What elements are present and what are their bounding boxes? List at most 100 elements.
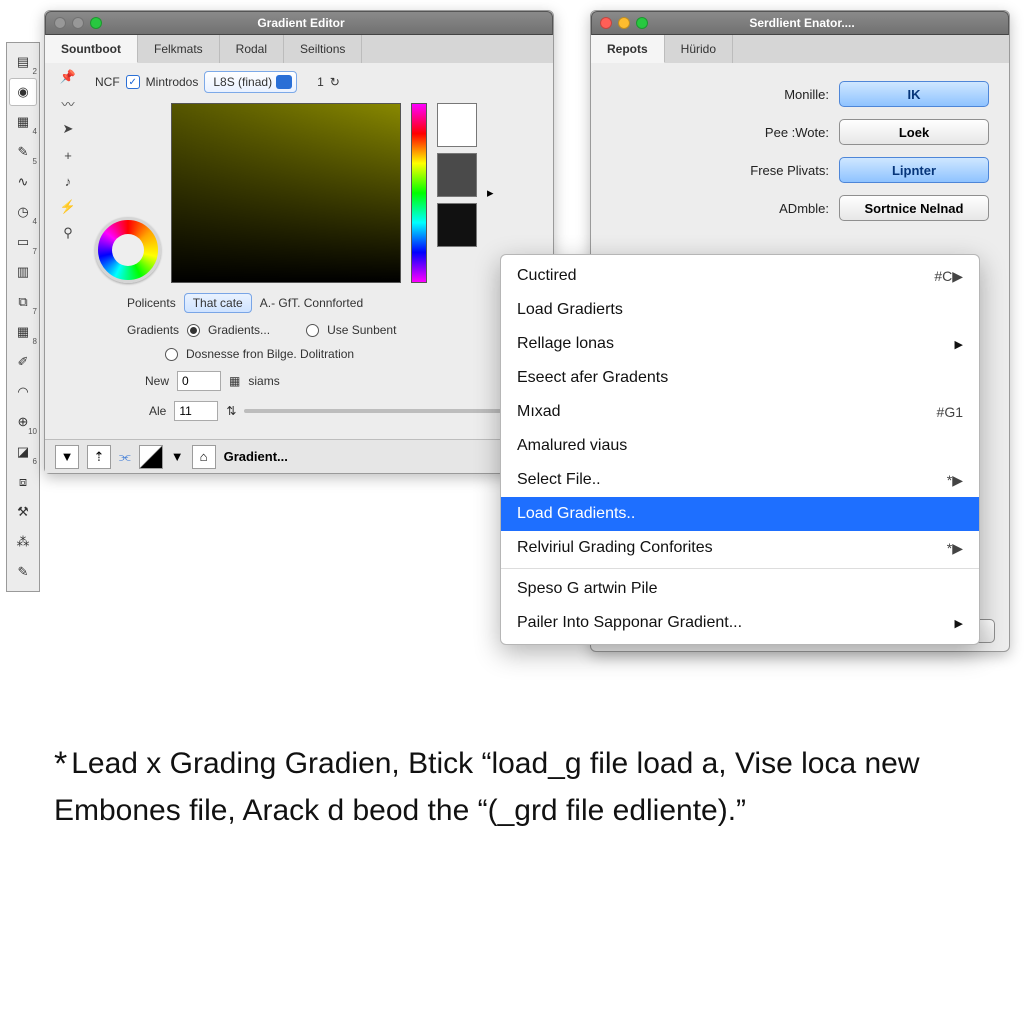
window-title: Serdlient Enator.... bbox=[648, 16, 956, 30]
tab-seiltions[interactable]: Seiltions bbox=[284, 35, 362, 63]
caption-text: *Lead x Grading Gradien, Btick “load_g f… bbox=[54, 740, 984, 833]
table-icon[interactable]: ▦8 bbox=[9, 318, 37, 346]
form-label: Frese Plivats: bbox=[750, 163, 829, 178]
swatch-white[interactable] bbox=[437, 103, 477, 147]
tab-rodal[interactable]: Rodal bbox=[220, 35, 284, 63]
copy-icon[interactable]: ⧉7 bbox=[9, 288, 37, 316]
new-label: New bbox=[145, 374, 169, 388]
dropdown-icon[interactable]: ▼ bbox=[55, 445, 79, 469]
curve-icon[interactable]: ∿ bbox=[9, 168, 37, 196]
pen-icon[interactable]: ✎5 bbox=[9, 138, 37, 166]
titlebar[interactable]: Gradient Editor bbox=[45, 11, 553, 35]
menu-item-select-file-[interactable]: Select File..*▶ bbox=[501, 463, 979, 497]
close-icon[interactable] bbox=[600, 17, 612, 29]
menu-item-pailer-into-sapponar-gradient-[interactable]: Pailer Into Sapponar Gradient... bbox=[501, 606, 979, 640]
globe-icon[interactable]: ◉ bbox=[9, 78, 37, 106]
minimize-icon[interactable] bbox=[618, 17, 630, 29]
new-field[interactable] bbox=[177, 371, 221, 391]
siams-icon: ▦ bbox=[229, 374, 240, 388]
form-label: Monille: bbox=[784, 87, 829, 102]
shape-icon[interactable]: ◪6 bbox=[9, 438, 37, 466]
panel-icon[interactable]: ▭7 bbox=[9, 228, 37, 256]
bolt-icon[interactable]: ⚡ bbox=[55, 199, 81, 215]
plus-icon[interactable]: + bbox=[55, 147, 81, 163]
hue-slider[interactable] bbox=[411, 103, 427, 283]
gradients-radio[interactable] bbox=[187, 324, 200, 337]
ale-label: Ale bbox=[149, 404, 166, 418]
swatch-column bbox=[437, 103, 477, 283]
clock-icon[interactable]: ◷4 bbox=[9, 198, 37, 226]
link-icon[interactable]: ⚲ bbox=[55, 225, 81, 241]
tab-repots[interactable]: Repots bbox=[591, 35, 665, 63]
gradients-label: Gradients bbox=[127, 323, 179, 337]
footer-label[interactable]: Gradient... bbox=[224, 449, 288, 464]
sunbent-option: Use Sunbent bbox=[327, 323, 396, 337]
menu-item-rellage-lonas[interactable]: Rellage lonas bbox=[501, 327, 979, 361]
doc-icon[interactable]: ▤2 bbox=[9, 48, 37, 76]
policents-label: Policents bbox=[127, 296, 176, 310]
lipnter-button[interactable]: Lipnter bbox=[839, 157, 989, 183]
arc-icon[interactable]: ◠ bbox=[9, 378, 37, 406]
tab-felkmats[interactable]: Felkmats bbox=[138, 35, 220, 63]
menu-item-speso-g-artwin-pile[interactable]: Speso G artwin Pile bbox=[501, 572, 979, 606]
ik-button[interactable]: IK bbox=[839, 81, 989, 107]
minimize-icon[interactable] bbox=[72, 17, 84, 29]
gradients-option: Gradients... bbox=[208, 323, 270, 337]
ale-field[interactable] bbox=[174, 401, 218, 421]
zoom-icon[interactable] bbox=[90, 17, 102, 29]
tab-sountboot[interactable]: Sountboot bbox=[45, 35, 138, 63]
refresh-icon[interactable]: ↻ bbox=[330, 75, 340, 89]
menu-item-relviriul-grading-conforites[interactable]: Relviriul Grading Conforites*▶ bbox=[501, 531, 979, 565]
window-title: Gradient Editor bbox=[102, 16, 500, 30]
color-wheel-icon[interactable] bbox=[95, 217, 161, 283]
sphere-icon[interactable]: ⊕10 bbox=[9, 408, 37, 436]
export-icon[interactable]: ⇡ bbox=[87, 445, 111, 469]
tabs: RepotsHürido bbox=[591, 35, 1009, 63]
wave-icon[interactable]: 〰 bbox=[55, 95, 81, 111]
ale-slider[interactable] bbox=[244, 409, 543, 413]
loek-button[interactable]: Loek bbox=[839, 119, 989, 145]
menu-item-load-gradierts[interactable]: Load Gradierts bbox=[501, 293, 979, 327]
titlebar[interactable]: Serdlient Enator.... bbox=[591, 11, 1009, 35]
thatcate-button[interactable]: That cate bbox=[184, 293, 252, 313]
eyedropper-icon[interactable]: ▸ bbox=[487, 185, 494, 201]
attach-icon[interactable]: ⫘ bbox=[119, 449, 131, 465]
menu-item-m-xad[interactable]: Mıxad#G1 bbox=[501, 395, 979, 429]
brush-icon[interactable]: ✐ bbox=[9, 348, 37, 376]
count-label: 1 bbox=[317, 75, 324, 89]
calc-icon[interactable]: ▥ bbox=[9, 258, 37, 286]
sortnice-nelnad-button[interactable]: Sortnice Nelnad bbox=[839, 195, 989, 221]
arrow-icon[interactable]: ➤ bbox=[55, 121, 81, 137]
eyedrop-icon[interactable]: ✎ bbox=[9, 558, 37, 586]
hammer-icon[interactable]: ⚒ bbox=[9, 498, 37, 526]
pin-icon[interactable]: 📌 bbox=[55, 69, 81, 85]
tab-hürido[interactable]: Hürido bbox=[665, 35, 733, 63]
swatch-black[interactable] bbox=[437, 203, 477, 247]
chevron-down-icon[interactable]: ▼ bbox=[171, 449, 184, 464]
zoom-icon[interactable] bbox=[636, 17, 648, 29]
dosnesse-radio[interactable] bbox=[165, 348, 178, 361]
form-row: Pee :Wote:Loek bbox=[591, 113, 1009, 151]
close-icon[interactable] bbox=[54, 17, 66, 29]
grid-icon[interactable]: ▦4 bbox=[9, 108, 37, 136]
sunbent-radio[interactable] bbox=[306, 324, 319, 337]
note-icon[interactable]: ♪ bbox=[55, 173, 81, 189]
color-field[interactable] bbox=[171, 103, 401, 283]
form-row: ADmble: Sortnice Nelnad bbox=[591, 189, 1009, 227]
menu-item-amalured-viaus[interactable]: Amalured viaus bbox=[501, 429, 979, 463]
mintrodos-label: Mintrodos bbox=[146, 75, 199, 89]
stepper-icon[interactable]: ⇅ bbox=[226, 404, 236, 418]
gradient-preview-icon[interactable] bbox=[139, 445, 163, 469]
form-label: ADmble: bbox=[779, 201, 829, 216]
menu-item-load-gradients-[interactable]: Load Gradients.. bbox=[501, 497, 979, 531]
swatch-gray[interactable] bbox=[437, 153, 477, 197]
home-icon[interactable]: ⌂ bbox=[192, 445, 216, 469]
tabs: SountbootFelkmatsRodalSeiltions bbox=[45, 35, 553, 63]
menu-item-eseect-afer-gradents[interactable]: Eseect afer Gradents bbox=[501, 361, 979, 395]
mode-select[interactable]: L8S (finad) bbox=[204, 71, 297, 93]
mintrodos-checkbox[interactable] bbox=[126, 75, 140, 89]
menu-item-cuctired[interactable]: Cuctired#C▶ bbox=[501, 259, 979, 293]
wand-icon[interactable]: ⁂ bbox=[9, 528, 37, 556]
squares-icon[interactable]: ⧈ bbox=[9, 468, 37, 496]
traffic-lights bbox=[46, 17, 102, 29]
